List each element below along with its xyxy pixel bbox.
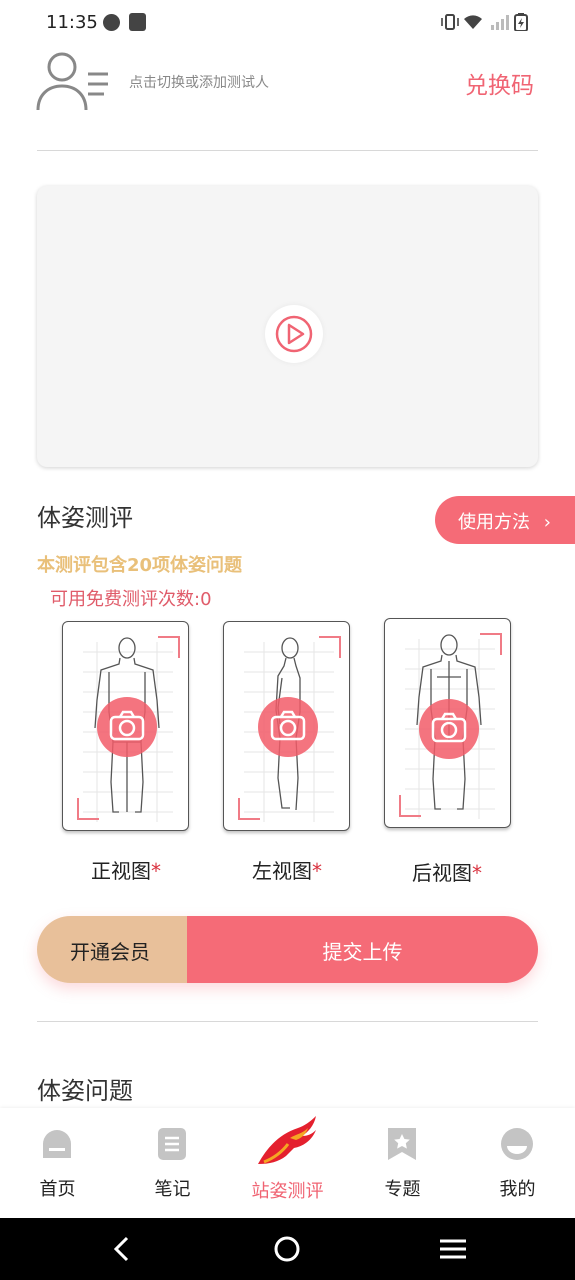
home-icon (43, 1130, 71, 1158)
redeem-code-button[interactable]: 兑换码 (465, 66, 534, 100)
frame-corner-bottom-left (77, 798, 99, 820)
how-to-use-button[interactable]: 使用方法 › (435, 496, 575, 544)
required-mark: * (151, 859, 161, 883)
switch-tester-hint[interactable]: 点击切换或添加测试人 (129, 72, 269, 92)
system-nav-bar (0, 1218, 575, 1280)
tab-topics[interactable]: 专题 (345, 1108, 460, 1218)
camera-icon[interactable] (97, 697, 157, 757)
back-icon[interactable] (110, 1236, 134, 1262)
header-divider (37, 150, 538, 151)
battery-icon (514, 13, 528, 31)
frame-corner-top-right (480, 633, 502, 655)
tab-notes-label: 笔记 (154, 1179, 191, 1200)
assessment-notice: 本测评包含20项体姿问题 (37, 555, 243, 576)
bookmark-star-icon (388, 1128, 416, 1160)
front-view-upload[interactable] (62, 621, 189, 831)
tab-posture-label: 站姿测评 (251, 1181, 324, 1202)
submit-upload-button[interactable]: 提交上传 (187, 916, 538, 983)
frame-corner-bottom-left (399, 795, 421, 817)
bottom-tab-bar: 首页 笔记 站姿测评 专题 我的 (0, 1108, 575, 1218)
wifi-icon (464, 15, 482, 29)
tab-mine-label: 我的 (499, 1179, 536, 1200)
section-divider (37, 1021, 538, 1022)
required-mark: * (472, 861, 482, 885)
left-view-upload[interactable] (223, 621, 350, 831)
play-icon (275, 315, 313, 353)
tab-posture[interactable]: 站姿测评 (230, 1108, 345, 1218)
open-membership-button[interactable]: 开通会员 (37, 916, 187, 983)
shopping-bag-icon (129, 13, 146, 31)
how-to-use-label: 使用方法 (458, 512, 530, 533)
posture-logo-icon (258, 1116, 316, 1164)
assessment-title: 体姿测评 (37, 504, 133, 532)
free-count-text: 可用免费测评次数:0 (50, 589, 212, 610)
notes-icon (158, 1128, 186, 1160)
back-view-label: 后视图* (412, 861, 482, 885)
user-list-icon[interactable] (36, 50, 112, 112)
required-mark: * (312, 859, 322, 883)
frame-corner-bottom-left (238, 798, 260, 820)
frame-corner-top-right (319, 636, 341, 658)
back-view-upload[interactable] (384, 618, 511, 828)
tab-home-label: 首页 (39, 1179, 76, 1200)
profile-icon (501, 1128, 533, 1160)
signal-icon (491, 15, 509, 30)
action-bar: 开通会员 提交上传 (37, 916, 538, 983)
home-circle-icon[interactable] (273, 1235, 301, 1263)
tab-notes[interactable]: 笔记 (115, 1108, 230, 1218)
menu-icon[interactable] (439, 1238, 467, 1260)
status-time: 11:35 (46, 12, 98, 33)
front-view-label: 正视图* (91, 859, 161, 883)
tab-home[interactable]: 首页 (0, 1108, 115, 1218)
camera-icon[interactable] (258, 697, 318, 757)
speed-indicator-icon (103, 14, 120, 31)
tab-topics-label: 专题 (384, 1179, 421, 1200)
frame-corner-top-right (158, 636, 180, 658)
vibrate-icon (441, 14, 459, 30)
left-view-label: 左视图* (252, 859, 322, 883)
tab-mine[interactable]: 我的 (460, 1108, 575, 1218)
camera-icon[interactable] (419, 699, 479, 759)
play-button[interactable] (265, 305, 323, 363)
chevron-right-icon: › (543, 512, 551, 533)
posture-issues-title: 体姿问题 (37, 1077, 133, 1105)
